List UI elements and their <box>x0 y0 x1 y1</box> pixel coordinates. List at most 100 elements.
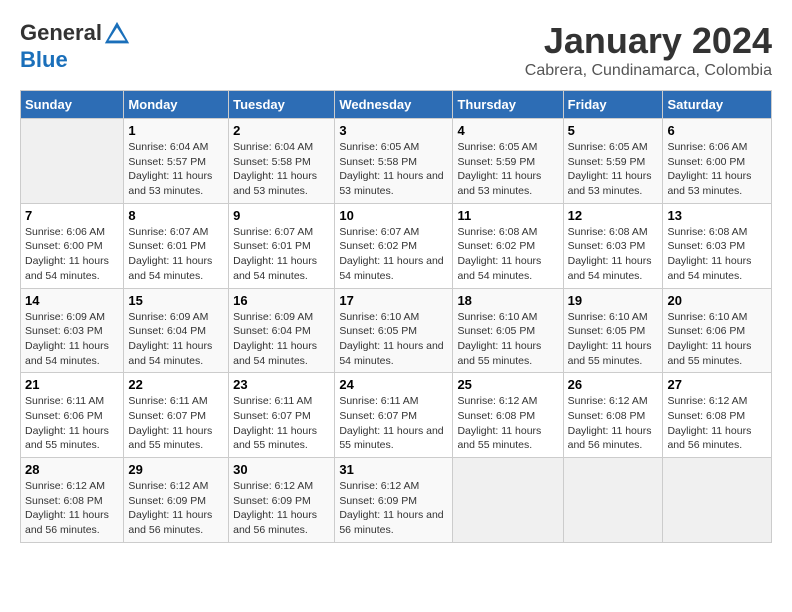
day-info: Sunrise: 6:09 AM Sunset: 6:04 PM Dayligh… <box>233 310 330 369</box>
day-number: 20 <box>667 293 767 308</box>
sunrise: Sunrise: 6:09 AM <box>128 311 208 323</box>
day-number: 27 <box>667 377 767 392</box>
daylight: Daylight: 11 hours and 55 minutes. <box>568 340 652 367</box>
day-info: Sunrise: 6:06 AM Sunset: 6:00 PM Dayligh… <box>25 225 119 284</box>
day-info: Sunrise: 6:11 AM Sunset: 6:07 PM Dayligh… <box>128 394 224 453</box>
sunset: Sunset: 6:09 PM <box>128 495 206 507</box>
sunset: Sunset: 6:08 PM <box>667 410 745 422</box>
sunrise: Sunrise: 6:10 AM <box>568 311 648 323</box>
daylight: Daylight: 11 hours and 56 minutes. <box>339 509 443 536</box>
calendar-cell: 24 Sunrise: 6:11 AM Sunset: 6:07 PM Dayl… <box>335 373 453 458</box>
sunrise: Sunrise: 6:10 AM <box>339 311 419 323</box>
logo-blue: Blue <box>20 47 68 72</box>
sunset: Sunset: 5:59 PM <box>457 156 535 168</box>
day-number: 10 <box>339 208 448 223</box>
day-info: Sunrise: 6:09 AM Sunset: 6:04 PM Dayligh… <box>128 310 224 369</box>
sunset: Sunset: 6:02 PM <box>339 240 417 252</box>
sunrise: Sunrise: 6:09 AM <box>233 311 313 323</box>
day-number: 6 <box>667 123 767 138</box>
daylight: Daylight: 11 hours and 55 minutes. <box>128 425 212 452</box>
location: Cabrera, Cundinamarca, Colombia <box>525 62 772 80</box>
calendar-cell <box>563 458 663 543</box>
weekday-header-monday: Monday <box>124 91 229 119</box>
day-info: Sunrise: 6:04 AM Sunset: 5:58 PM Dayligh… <box>233 140 330 199</box>
day-number: 9 <box>233 208 330 223</box>
calendar-cell: 31 Sunrise: 6:12 AM Sunset: 6:09 PM Dayl… <box>335 458 453 543</box>
calendar-cell: 17 Sunrise: 6:10 AM Sunset: 6:05 PM Dayl… <box>335 288 453 373</box>
sunset: Sunset: 5:58 PM <box>233 156 311 168</box>
daylight: Daylight: 11 hours and 54 minutes. <box>568 255 652 282</box>
sunset: Sunset: 6:06 PM <box>667 325 745 337</box>
calendar-cell: 21 Sunrise: 6:11 AM Sunset: 6:06 PM Dayl… <box>21 373 124 458</box>
daylight: Daylight: 11 hours and 54 minutes. <box>667 255 751 282</box>
calendar-cell: 14 Sunrise: 6:09 AM Sunset: 6:03 PM Dayl… <box>21 288 124 373</box>
day-info: Sunrise: 6:12 AM Sunset: 6:09 PM Dayligh… <box>339 479 448 538</box>
calendar-header-row: SundayMondayTuesdayWednesdayThursdayFrid… <box>21 91 772 119</box>
day-info: Sunrise: 6:11 AM Sunset: 6:07 PM Dayligh… <box>339 394 448 453</box>
sunset: Sunset: 6:05 PM <box>568 325 646 337</box>
calendar-cell: 28 Sunrise: 6:12 AM Sunset: 6:08 PM Dayl… <box>21 458 124 543</box>
calendar-cell <box>663 458 772 543</box>
day-info: Sunrise: 6:05 AM Sunset: 5:59 PM Dayligh… <box>457 140 558 199</box>
day-info: Sunrise: 6:07 AM Sunset: 6:01 PM Dayligh… <box>128 225 224 284</box>
sunset: Sunset: 6:00 PM <box>667 156 745 168</box>
title-block: January 2024 Cabrera, Cundinamarca, Colo… <box>525 20 772 80</box>
calendar-cell: 9 Sunrise: 6:07 AM Sunset: 6:01 PM Dayli… <box>229 203 335 288</box>
logo-icon <box>103 20 131 48</box>
daylight: Daylight: 11 hours and 53 minutes. <box>457 170 541 197</box>
calendar-cell: 7 Sunrise: 6:06 AM Sunset: 6:00 PM Dayli… <box>21 203 124 288</box>
day-info: Sunrise: 6:10 AM Sunset: 6:06 PM Dayligh… <box>667 310 767 369</box>
calendar-cell: 2 Sunrise: 6:04 AM Sunset: 5:58 PM Dayli… <box>229 119 335 204</box>
daylight: Daylight: 11 hours and 55 minutes. <box>457 340 541 367</box>
daylight: Daylight: 11 hours and 54 minutes. <box>128 340 212 367</box>
day-number: 21 <box>25 377 119 392</box>
day-number: 5 <box>568 123 659 138</box>
day-info: Sunrise: 6:10 AM Sunset: 6:05 PM Dayligh… <box>339 310 448 369</box>
sunrise: Sunrise: 6:12 AM <box>128 480 208 492</box>
calendar-cell <box>453 458 563 543</box>
calendar-table: SundayMondayTuesdayWednesdayThursdayFrid… <box>20 90 772 543</box>
sunrise: Sunrise: 6:07 AM <box>233 226 313 238</box>
day-number: 31 <box>339 462 448 477</box>
sunset: Sunset: 6:08 PM <box>25 495 103 507</box>
daylight: Daylight: 11 hours and 54 minutes. <box>339 255 443 282</box>
sunrise: Sunrise: 6:07 AM <box>128 226 208 238</box>
day-info: Sunrise: 6:10 AM Sunset: 6:05 PM Dayligh… <box>457 310 558 369</box>
logo-general: General <box>20 20 102 45</box>
page-header: General Blue January 2024 Cabrera, Cundi… <box>20 20 772 80</box>
calendar-body: 1 Sunrise: 6:04 AM Sunset: 5:57 PM Dayli… <box>21 119 772 543</box>
daylight: Daylight: 11 hours and 55 minutes. <box>667 340 751 367</box>
day-info: Sunrise: 6:11 AM Sunset: 6:07 PM Dayligh… <box>233 394 330 453</box>
sunrise: Sunrise: 6:12 AM <box>233 480 313 492</box>
calendar-cell: 18 Sunrise: 6:10 AM Sunset: 6:05 PM Dayl… <box>453 288 563 373</box>
daylight: Daylight: 11 hours and 55 minutes. <box>25 425 109 452</box>
daylight: Daylight: 11 hours and 55 minutes. <box>339 425 443 452</box>
day-number: 14 <box>25 293 119 308</box>
sunset: Sunset: 6:09 PM <box>339 495 417 507</box>
day-number: 23 <box>233 377 330 392</box>
calendar-cell: 1 Sunrise: 6:04 AM Sunset: 5:57 PM Dayli… <box>124 119 229 204</box>
daylight: Daylight: 11 hours and 56 minutes. <box>25 509 109 536</box>
day-number: 25 <box>457 377 558 392</box>
day-info: Sunrise: 6:09 AM Sunset: 6:03 PM Dayligh… <box>25 310 119 369</box>
day-number: 8 <box>128 208 224 223</box>
sunset: Sunset: 6:05 PM <box>457 325 535 337</box>
day-number: 4 <box>457 123 558 138</box>
day-info: Sunrise: 6:05 AM Sunset: 5:59 PM Dayligh… <box>568 140 659 199</box>
sunset: Sunset: 6:04 PM <box>233 325 311 337</box>
sunrise: Sunrise: 6:11 AM <box>25 395 104 407</box>
day-info: Sunrise: 6:11 AM Sunset: 6:06 PM Dayligh… <box>25 394 119 453</box>
sunset: Sunset: 5:57 PM <box>128 156 206 168</box>
day-info: Sunrise: 6:07 AM Sunset: 6:01 PM Dayligh… <box>233 225 330 284</box>
sunrise: Sunrise: 6:11 AM <box>233 395 312 407</box>
calendar-cell: 5 Sunrise: 6:05 AM Sunset: 5:59 PM Dayli… <box>563 119 663 204</box>
calendar-cell: 29 Sunrise: 6:12 AM Sunset: 6:09 PM Dayl… <box>124 458 229 543</box>
day-number: 1 <box>128 123 224 138</box>
day-number: 30 <box>233 462 330 477</box>
sunset: Sunset: 6:08 PM <box>457 410 535 422</box>
daylight: Daylight: 11 hours and 54 minutes. <box>25 340 109 367</box>
calendar-cell: 6 Sunrise: 6:06 AM Sunset: 6:00 PM Dayli… <box>663 119 772 204</box>
calendar-cell: 3 Sunrise: 6:05 AM Sunset: 5:58 PM Dayli… <box>335 119 453 204</box>
sunset: Sunset: 6:01 PM <box>233 240 311 252</box>
day-number: 29 <box>128 462 224 477</box>
